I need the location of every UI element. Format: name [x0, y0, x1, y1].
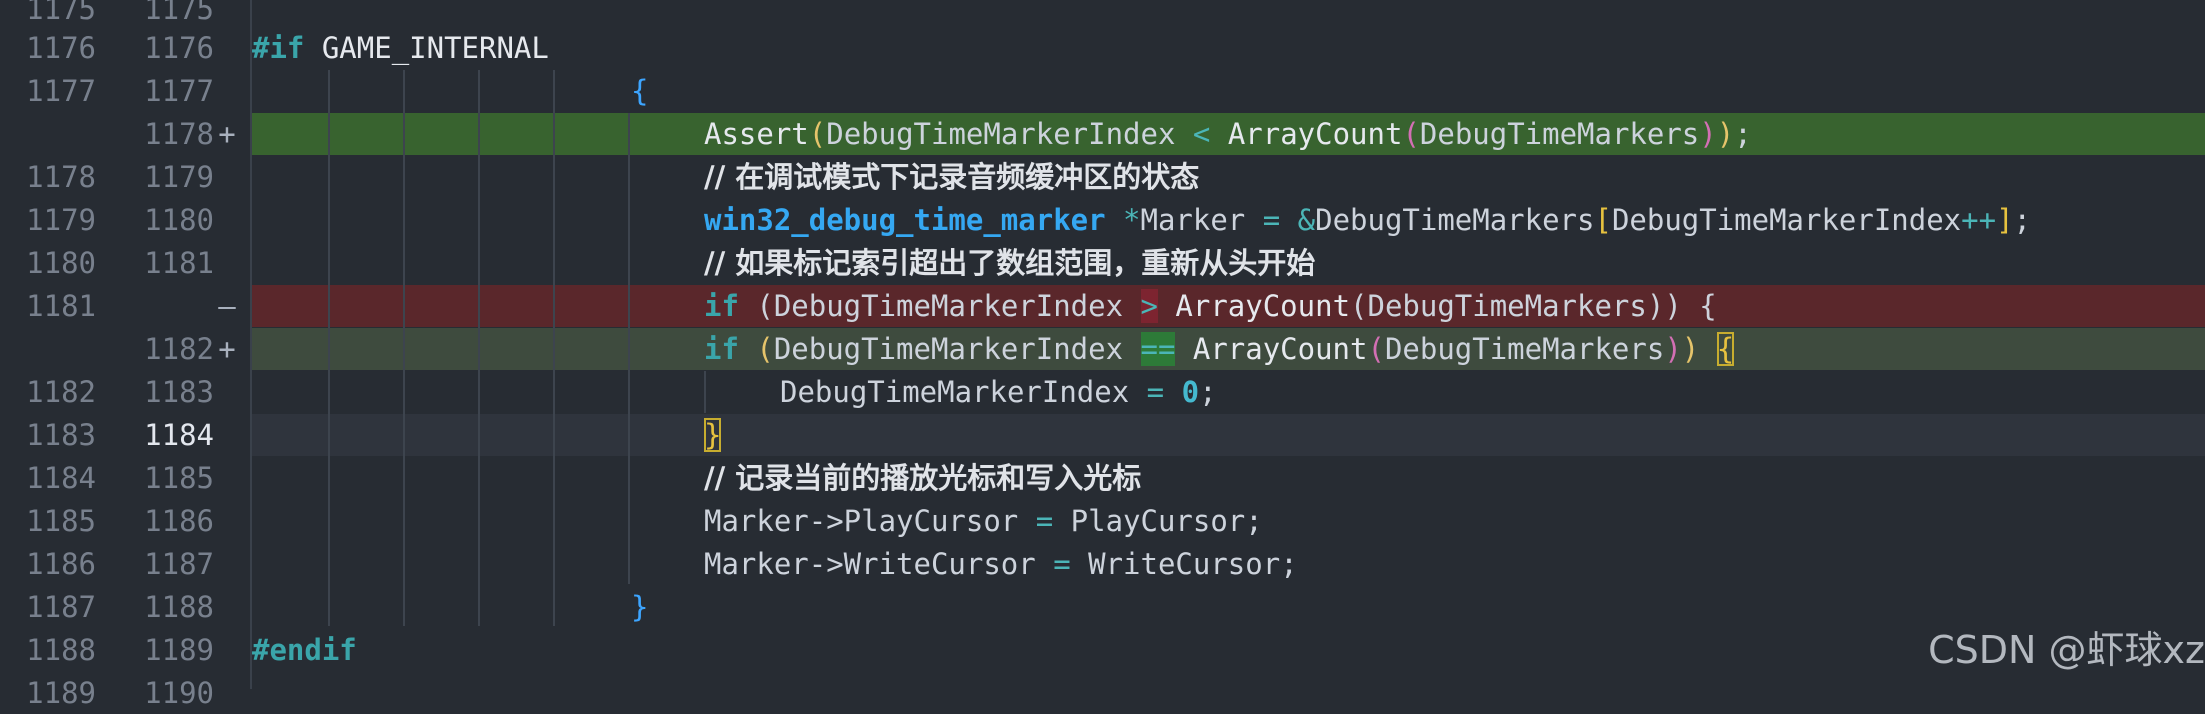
indent-guide [628, 113, 630, 584]
indent-guide [553, 70, 555, 626]
new-line-number [110, 285, 214, 327]
indent-guide [478, 70, 480, 626]
code-comment[interactable]: // 在调试模式下记录音频缓冲区的状态 [704, 156, 1199, 198]
open-brace: { [631, 74, 649, 108]
old-line-number: 1184 [26, 461, 96, 495]
keyword: if [704, 332, 739, 366]
added-operator: == [1140, 332, 1176, 366]
code-line[interactable]: DebugTimeMarkerIndex = 0; [780, 371, 1217, 413]
old-line-number [0, 328, 96, 370]
added-marker: + [218, 117, 236, 151]
number-literal: 0 [1181, 375, 1200, 409]
old-line-number: 1177 [26, 74, 96, 108]
diff-editor: 1175 1175 1176 1176 #if GAME_INTERNAL 11… [0, 0, 2205, 710]
preprocessor-directive: #if [252, 31, 305, 65]
type-name: win32_debug_time_marker [704, 203, 1106, 237]
code-line[interactable]: #if GAME_INTERNAL [252, 27, 549, 69]
gutter-divider [250, 0, 252, 689]
keyword: if [704, 289, 739, 323]
new-line-number: 1182 [144, 332, 214, 366]
code-line[interactable]: if (DebugTimeMarkerIndex == ArrayCount(D… [704, 328, 1735, 370]
close-brace: } [631, 590, 649, 624]
function-name: Assert [704, 117, 809, 151]
code-comment[interactable]: // 如果标记索引超出了数组范围，重新从头开始 [704, 242, 1315, 284]
old-line-number: 1186 [26, 547, 96, 581]
old-line-number: 1188 [26, 633, 96, 667]
added-marker: + [218, 332, 236, 366]
old-line-number [0, 113, 96, 155]
diff-line: 1180 1181 // 如果标记索引超出了数组范围，重新从头开始 [0, 242, 2205, 284]
new-line-number: 1188 [144, 590, 214, 624]
matched-brace: } [704, 418, 722, 452]
new-line-number: 1189 [144, 633, 214, 667]
new-line-number: 1183 [144, 375, 214, 409]
diff-line: 1178 1179 // 在调试模式下记录音频缓冲区的状态 [0, 156, 2205, 198]
old-line-number: 1180 [26, 246, 96, 280]
diff-line-removed: 1181 — if (DebugTimeMarkerIndex > ArrayC… [0, 285, 2205, 327]
diff-line: 1188 1189 #endif [0, 629, 2205, 671]
code-line[interactable]: Marker->WriteCursor = WriteCursor; [704, 543, 1298, 585]
diff-line: 1179 1180 win32_debug_time_marker *Marke… [0, 199, 2205, 241]
diff-line: 1176 1176 #if GAME_INTERNAL [0, 27, 2205, 69]
new-line-number: 1181 [144, 246, 214, 280]
new-line-number: 1175 [144, 0, 214, 26]
old-line-number: 1178 [26, 160, 96, 194]
diff-line: 1182 1183 DebugTimeMarkerIndex = 0; [0, 371, 2205, 413]
code-comment[interactable]: // 记录当前的播放光标和写入光标 [704, 457, 1141, 499]
diff-line: 1185 1186 Marker->PlayCursor = PlayCurso… [0, 500, 2205, 542]
code-line[interactable]: Marker->PlayCursor = PlayCursor; [704, 500, 1263, 542]
removed-marker: — [218, 289, 236, 323]
code-line[interactable]: #endif [252, 629, 357, 671]
current-line-number: 1184 [144, 418, 214, 452]
new-line-number: 1187 [144, 547, 214, 581]
code-line[interactable]: if (DebugTimeMarkerIndex > ArrayCount(De… [704, 285, 1717, 327]
code-line[interactable]: Assert(DebugTimeMarkerIndex < ArrayCount… [704, 113, 1752, 155]
diff-line-current: 1183 1184 } [0, 414, 2205, 456]
old-line-number: 1176 [26, 31, 96, 65]
old-line-number: 1185 [26, 504, 96, 538]
diff-line: 1186 1187 Marker->WriteCursor = WriteCur… [0, 543, 2205, 585]
removed-operator: > [1140, 289, 1158, 323]
old-line-number: 1179 [26, 203, 96, 237]
new-line-number: 1178 [144, 117, 214, 151]
new-line-number: 1177 [144, 74, 214, 108]
matched-brace: { [1716, 332, 1735, 366]
new-line-number: 1190 [144, 676, 214, 710]
indent-guide [328, 70, 330, 626]
macro-name: GAME_INTERNAL [304, 31, 549, 65]
new-line-number: 1176 [144, 31, 214, 65]
diff-line: 1189 1190 [0, 672, 2205, 714]
new-line-number: 1180 [144, 203, 214, 237]
watermark: CSDN @虾球xz [1928, 628, 2205, 672]
preprocessor-directive: #endif [252, 633, 357, 667]
diff-line: 1177 1177 { [0, 70, 2205, 112]
diff-line: 1187 1188 } [0, 586, 2205, 628]
code-line[interactable]: } [631, 586, 648, 628]
old-line-number: 1182 [26, 375, 96, 409]
new-line-number: 1185 [144, 461, 214, 495]
indent-guide [704, 371, 706, 413]
old-line-number: 1183 [26, 418, 96, 452]
code-line[interactable]: { [631, 70, 648, 112]
old-line-number: 1189 [26, 676, 96, 710]
old-line-number: 1181 [26, 289, 96, 323]
diff-line-added: 1178 + Assert(DebugTimeMarkerIndex < Arr… [0, 113, 2205, 155]
diff-line-added: 1182 + if (DebugTimeMarkerIndex == Array… [0, 328, 2205, 370]
old-line-number: 1187 [26, 590, 96, 624]
new-line-number: 1179 [144, 160, 214, 194]
old-line-number: 1175 [26, 0, 96, 26]
code-line[interactable]: win32_debug_time_marker *Marker = &Debug… [704, 199, 2031, 241]
indent-guide [403, 70, 405, 626]
diff-line: 1184 1185 // 记录当前的播放光标和写入光标 [0, 457, 2205, 499]
new-line-number: 1186 [144, 504, 214, 538]
code-line[interactable]: } [704, 414, 722, 456]
diff-line: 1175 1175 [0, 0, 2205, 30]
